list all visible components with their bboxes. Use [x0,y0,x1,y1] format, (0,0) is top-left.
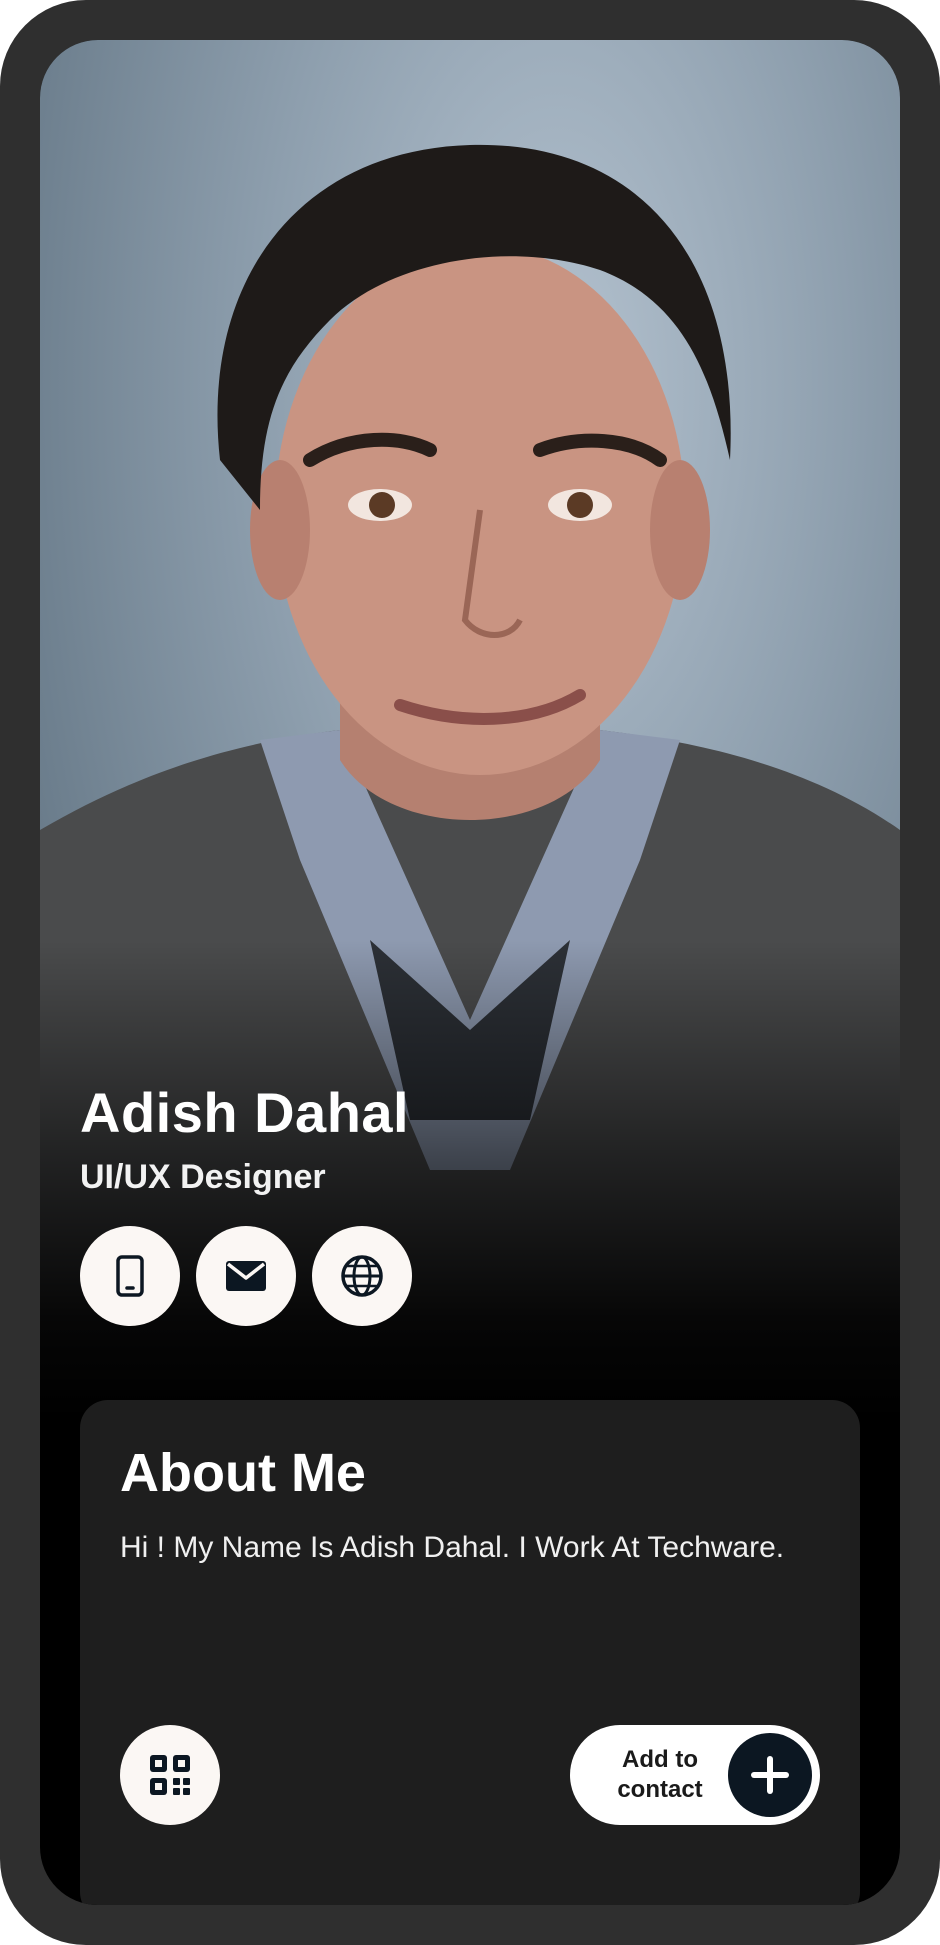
profile-role: UI/UX Designer [80,1158,326,1196]
email-button[interactable] [196,1226,296,1326]
about-card: About Me Hi ! My Name Is Adish Dahal. I … [80,1400,860,1905]
profile-photo [40,40,900,1420]
profile-name: Adish Dahal [80,1081,410,1144]
globe-icon [341,1255,383,1297]
website-button[interactable] [312,1226,412,1326]
plus-icon [728,1733,812,1817]
profile-screen: Adish Dahal UI/UX Designer About Me Hi !… [40,40,900,1905]
mail-icon [226,1261,266,1291]
about-text: Hi ! My Name Is Adish Dahal. I Work At T… [120,1531,785,1564]
add-to-contact-button[interactable]: Add to contact [570,1725,820,1825]
qr-code-icon [150,1755,190,1795]
add-to-contact-label: Add to contact [617,1746,703,1803]
about-title: About Me [120,1443,366,1503]
call-button[interactable] [80,1226,180,1326]
qr-code-button[interactable] [120,1725,220,1825]
phone-icon [116,1255,144,1297]
phone-frame: Adish Dahal UI/UX Designer About Me Hi !… [0,0,940,1945]
